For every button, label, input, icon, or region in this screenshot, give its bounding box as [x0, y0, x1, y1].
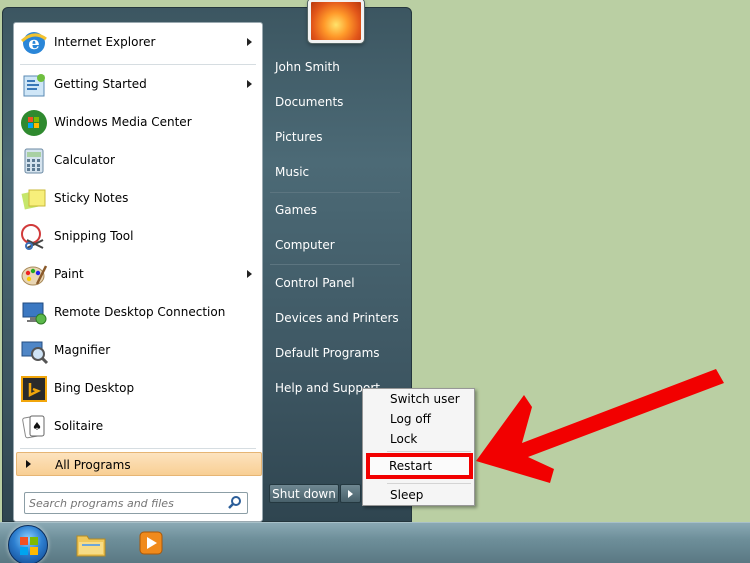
menu-divider — [387, 483, 471, 484]
remote-desktop-icon — [18, 297, 50, 329]
program-calculator[interactable]: Calculator — [14, 142, 262, 180]
right-item-documents[interactable]: Documents — [275, 95, 343, 109]
windows-orb-icon[interactable] — [8, 525, 48, 563]
program-label: Internet Explorer — [54, 35, 156, 49]
program-remote-desktop[interactable]: Remote Desktop Connection — [14, 294, 262, 332]
internet-explorer-icon: e — [18, 27, 50, 59]
menu-divider — [387, 451, 471, 452]
right-item-music[interactable]: Music — [275, 165, 309, 179]
sticky-notes-icon — [18, 183, 50, 215]
shutdown-button[interactable]: Shut down — [269, 484, 339, 503]
program-label: Bing Desktop — [54, 381, 135, 395]
program-solitaire[interactable]: ♠ Solitaire — [14, 408, 262, 446]
media-player-icon[interactable] — [134, 528, 168, 560]
program-paint[interactable]: Paint — [14, 256, 262, 294]
submenu-arrow-icon[interactable] — [247, 270, 252, 278]
right-divider — [270, 264, 400, 265]
snipping-tool-icon — [18, 221, 50, 253]
user-avatar[interactable] — [308, 0, 364, 43]
annotation-arrow-icon — [476, 369, 724, 483]
program-label: Snipping Tool — [54, 229, 134, 243]
program-label: Calculator — [54, 153, 115, 167]
restart-label: Restart — [389, 459, 433, 473]
right-item-user[interactable]: John Smith — [275, 60, 340, 74]
paint-icon — [18, 259, 50, 291]
submenu-arrow-icon[interactable] — [247, 38, 252, 46]
arrow-right-icon — [348, 490, 353, 498]
menu-item-sleep[interactable]: Sleep — [390, 488, 423, 502]
right-divider — [270, 192, 400, 193]
right-item-games[interactable]: Games — [275, 203, 317, 217]
menu-item-lock[interactable]: Lock — [390, 432, 417, 446]
shutdown-options-button[interactable] — [340, 484, 361, 503]
svg-text:♠: ♠ — [32, 420, 42, 433]
search-input[interactable] — [29, 495, 219, 511]
program-label: Sticky Notes — [54, 191, 129, 205]
program-getting-started[interactable]: Getting Started — [14, 66, 262, 104]
menu-item-log-off[interactable]: Log off — [390, 412, 431, 426]
program-windows-media-center[interactable]: Windows Media Center — [14, 104, 262, 142]
power-options-menu: Switch user Log off Lock Sleep — [362, 388, 475, 506]
program-label: Getting Started — [54, 77, 147, 91]
menu-item-switch-user[interactable]: Switch user — [390, 392, 460, 406]
all-programs-button[interactable]: All Programs — [16, 452, 262, 476]
program-label: Paint — [54, 267, 84, 281]
program-internet-explorer[interactable]: e Internet Explorer — [14, 24, 262, 62]
calculator-icon — [18, 145, 50, 177]
search-icon[interactable] — [227, 495, 243, 511]
program-label: Solitaire — [54, 419, 104, 433]
taskbar — [0, 522, 750, 563]
divider — [20, 448, 256, 449]
shutdown-label: Shut down — [272, 486, 336, 501]
file-explorer-icon[interactable] — [74, 528, 108, 560]
right-item-pictures[interactable]: Pictures — [275, 130, 323, 144]
submenu-arrow-icon[interactable] — [247, 80, 252, 88]
right-item-control-panel[interactable]: Control Panel — [275, 276, 355, 290]
program-label: Windows Media Center — [54, 115, 192, 129]
right-item-computer[interactable]: Computer — [275, 238, 335, 252]
program-sticky-notes[interactable]: Sticky Notes — [14, 180, 262, 218]
all-programs-label: All Programs — [55, 458, 131, 472]
solitaire-icon: ♠ — [18, 411, 50, 443]
programs-pane: e Internet Explorer Getting Started Wind… — [13, 22, 263, 522]
right-item-devices-printers[interactable]: Devices and Printers — [275, 311, 399, 325]
getting-started-icon — [18, 69, 50, 101]
magnifier-icon — [18, 335, 50, 367]
arrow-right-icon — [26, 460, 31, 468]
program-bing-desktop[interactable]: Bing Desktop — [14, 370, 262, 408]
program-label: Remote Desktop Connection — [54, 305, 226, 319]
search-box[interactable] — [24, 492, 248, 514]
menu-item-restart[interactable]: Restart — [366, 453, 473, 479]
bing-icon — [18, 373, 50, 405]
program-label: Magnifier — [54, 343, 111, 357]
program-magnifier[interactable]: Magnifier — [14, 332, 262, 370]
media-center-icon — [18, 107, 50, 139]
right-item-default-programs[interactable]: Default Programs — [275, 346, 380, 360]
divider — [20, 64, 256, 65]
program-snipping-tool[interactable]: Snipping Tool — [14, 218, 262, 256]
